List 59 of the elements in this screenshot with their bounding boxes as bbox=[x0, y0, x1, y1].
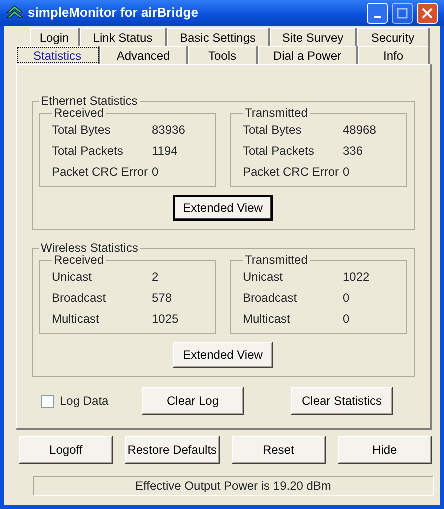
tab[interactable]: Advanced bbox=[100, 46, 188, 64]
tab[interactable]: Tools bbox=[188, 46, 258, 64]
close-icon bbox=[422, 8, 433, 18]
group-title: Wireless Statistics bbox=[40, 242, 140, 254]
action-button[interactable]: Logoff bbox=[19, 436, 114, 464]
tab[interactable]: Security bbox=[357, 28, 430, 46]
stat-label: Total Bytes bbox=[52, 122, 112, 138]
section-title: Received bbox=[53, 107, 106, 119]
stat-label: Packet CRC Error bbox=[52, 164, 150, 180]
stat-value: 0 bbox=[343, 310, 350, 328]
stat-label: Unicast bbox=[243, 268, 284, 286]
stat-label: Packet CRC Error bbox=[243, 164, 340, 180]
tab[interactable]: Statistics bbox=[16, 46, 100, 64]
maximize-icon bbox=[397, 8, 408, 18]
checkbox[interactable] bbox=[41, 394, 54, 408]
stat-value: 0 bbox=[152, 164, 159, 180]
stat-label: Total Packets bbox=[243, 142, 316, 160]
stat-value: 1022 bbox=[343, 268, 370, 286]
checkbox-label: Log Data bbox=[60, 393, 110, 410]
stat-value: 0 bbox=[343, 164, 350, 180]
stat-value: 1025 bbox=[152, 310, 179, 328]
stat-value: 336 bbox=[343, 142, 364, 160]
tab[interactable]: Site Survey bbox=[270, 28, 357, 46]
window-title: simpleMonitor for airBridge bbox=[28, 4, 200, 22]
stat-value: 83936 bbox=[152, 122, 186, 138]
stat-value: 1194 bbox=[152, 142, 178, 160]
action-button[interactable]: Hide bbox=[338, 436, 432, 464]
tab[interactable]: Dial a Power bbox=[258, 46, 358, 64]
stat-label: Broadcast bbox=[243, 290, 298, 306]
stat-value: 48968 bbox=[343, 122, 376, 138]
stat-value: 2 bbox=[152, 268, 159, 286]
minimize-button[interactable] bbox=[367, 2, 388, 24]
tab[interactable]: Info bbox=[358, 46, 430, 64]
stat-label: Multicast bbox=[243, 310, 292, 328]
section-title: Transmitted bbox=[244, 107, 309, 119]
stat-value: 578 bbox=[152, 290, 172, 306]
extended-view-button[interactable]: Extended View bbox=[173, 195, 273, 221]
action-button[interactable]: Clear Log bbox=[142, 387, 244, 415]
stat-value: 0 bbox=[343, 290, 350, 306]
stat-label: Total Packets bbox=[52, 142, 124, 160]
tab[interactable]: Login bbox=[30, 28, 80, 46]
action-button[interactable]: Clear Statistics bbox=[291, 387, 393, 415]
stat-label: Multicast bbox=[52, 310, 100, 328]
section-title: Received bbox=[53, 254, 106, 266]
action-button[interactable]: Restore Defaults bbox=[125, 436, 220, 464]
maximize-button[interactable] bbox=[392, 2, 413, 24]
app-icon bbox=[6, 5, 24, 21]
tab[interactable]: Basic Settings bbox=[167, 28, 270, 46]
close-button[interactable] bbox=[417, 2, 438, 24]
stat-label: Unicast bbox=[52, 268, 94, 286]
status-text: Effective Output Power is 19.20 dBm bbox=[33, 476, 434, 496]
group-title: Ethernet Statistics bbox=[40, 95, 139, 107]
tab[interactable]: Link Status bbox=[80, 28, 167, 46]
action-button[interactable]: Reset bbox=[232, 436, 326, 464]
section-title: Transmitted bbox=[244, 254, 309, 266]
extended-view-button[interactable]: Extended View bbox=[173, 342, 273, 368]
minimize-icon bbox=[374, 16, 381, 18]
stat-label: Broadcast bbox=[52, 290, 108, 306]
stat-label: Total Bytes bbox=[243, 122, 303, 138]
